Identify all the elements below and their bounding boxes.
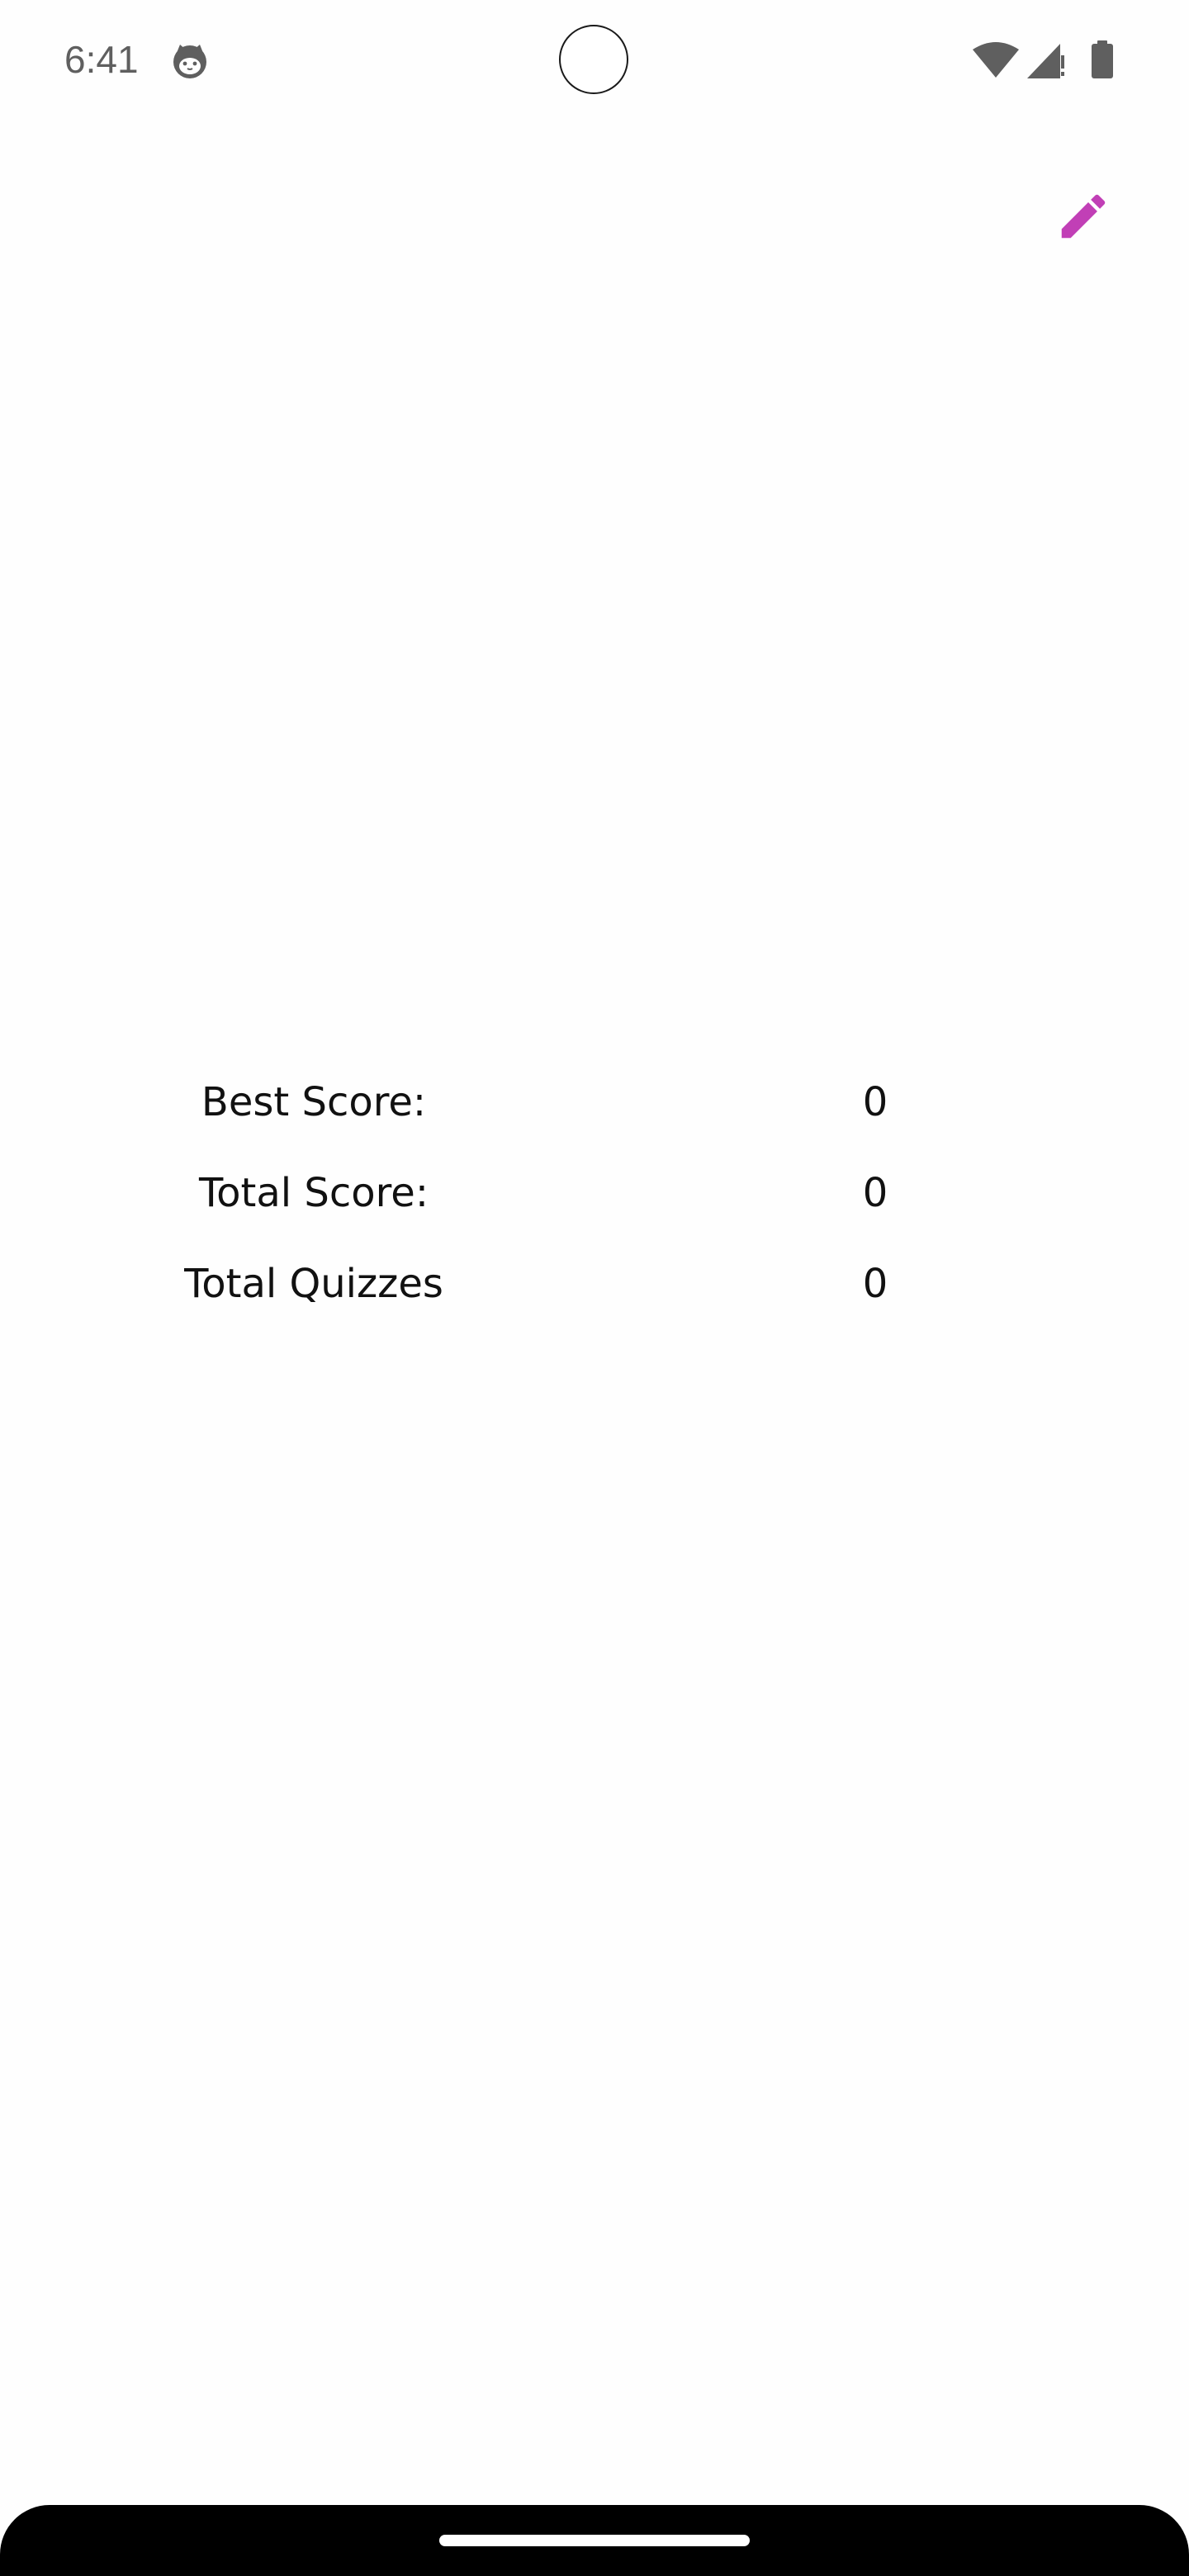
status-time: 6:41	[64, 38, 139, 81]
total-quizzes-label: Total Quizzes	[184, 1261, 443, 1307]
battery-icon	[1092, 40, 1113, 82]
navigation-bar	[0, 2505, 1189, 2576]
cellular-signal-icon	[1027, 40, 1065, 82]
best-score-value: 0	[862, 1079, 888, 1125]
best-score-label: Best Score:	[201, 1079, 427, 1125]
camera-cutout	[559, 25, 628, 94]
total-quizzes-value: 0	[862, 1261, 888, 1307]
status-icons	[973, 38, 1113, 84]
stats-table: Best Score: 0 Total Score: 0 Total Quizz…	[0, 1065, 1189, 1338]
total-score-value: 0	[862, 1170, 888, 1216]
wifi-icon	[973, 41, 1019, 81]
stat-row-total-score: Total Score: 0	[0, 1156, 1189, 1247]
pencil-icon	[1054, 187, 1112, 249]
stat-row-total-quizzes: Total Quizzes 0	[0, 1247, 1189, 1338]
edit-button[interactable]	[1049, 183, 1118, 253]
status-bar: 6:41	[0, 0, 1189, 124]
cat-face-icon	[170, 41, 210, 81]
app-screen: 6:41 Best Score: 0 Total Score: 0 Total …	[0, 0, 1189, 2576]
total-score-label: Total Score:	[199, 1170, 429, 1216]
home-indicator[interactable]	[439, 2535, 750, 2546]
stat-row-best-score: Best Score: 0	[0, 1065, 1189, 1156]
